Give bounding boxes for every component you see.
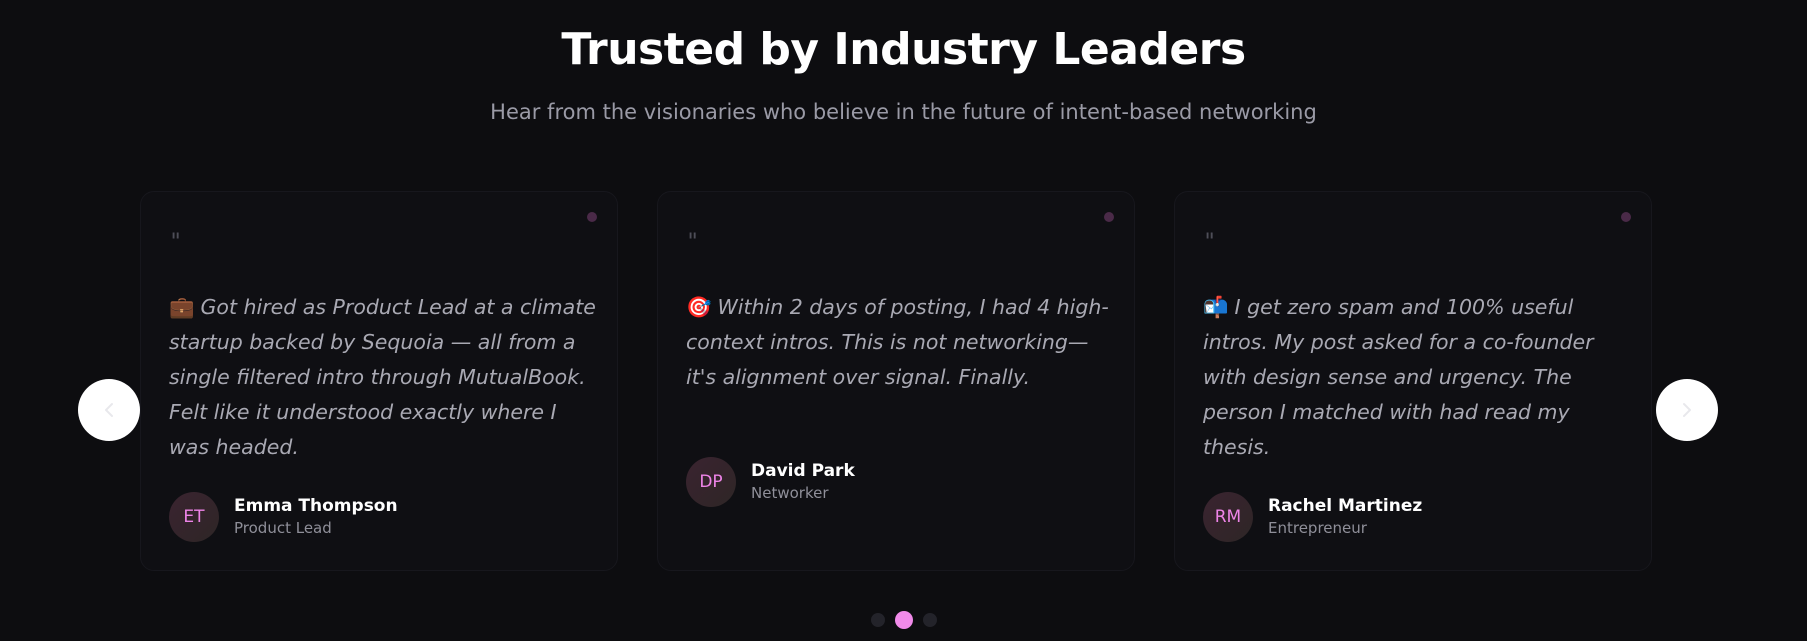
- testimonial-author: RM Rachel Martinez Entrepreneur: [1203, 492, 1422, 542]
- testimonial-author: ET Emma Thompson Product Lead: [169, 492, 398, 542]
- pagination-dot-1[interactable]: [870, 613, 885, 627]
- section-title: Trusted by Industry Leaders: [561, 24, 1246, 75]
- card-indicator-dot: [1621, 212, 1631, 222]
- mailbox-icon: 📬: [1203, 295, 1229, 319]
- quote-mark-icon: ": [169, 230, 183, 255]
- chevron-right-icon: [1683, 403, 1691, 417]
- briefcase-icon: 💼: [169, 295, 195, 319]
- testimonial-text: Got hired as Product Lead at a climate s…: [169, 295, 596, 459]
- target-icon: 🎯: [686, 295, 712, 319]
- next-button[interactable]: [1656, 379, 1718, 441]
- quote-mark-icon: ": [686, 230, 700, 255]
- section-subtitle: Hear from the visionaries who believe in…: [490, 100, 1317, 124]
- pagination-dot-3[interactable]: [922, 613, 937, 627]
- author-name: David Park: [751, 461, 855, 481]
- testimonial-quote: 💼 Got hired as Product Lead at a climate …: [169, 290, 601, 465]
- chevron-left-icon: [105, 403, 113, 417]
- previous-button[interactable]: [78, 379, 140, 441]
- author-role: Product Lead: [234, 519, 332, 537]
- author-role: Entrepreneur: [1268, 519, 1367, 537]
- testimonial-quote: 📬 I get zero spam and 100% useful intros.…: [1203, 290, 1635, 465]
- testimonial-card: " 📬 I get zero spam and 100% useful intro…: [1174, 191, 1652, 571]
- card-indicator-dot: [1104, 212, 1114, 222]
- testimonial-card: " 💼 Got hired as Product Lead at a climat…: [140, 191, 618, 571]
- avatar: ET: [169, 492, 219, 542]
- testimonial-text: Within 2 days of posting, I had 4 high-c…: [686, 295, 1109, 389]
- avatar: DP: [686, 457, 736, 507]
- card-indicator-dot: [587, 212, 597, 222]
- testimonial-card: " 🎯 Within 2 days of posting, I had 4 hig…: [657, 191, 1135, 571]
- carousel-pagination: [0, 611, 1807, 629]
- avatar: RM: [1203, 492, 1253, 542]
- testimonial-quote: 🎯 Within 2 days of posting, I had 4 high-…: [686, 290, 1118, 395]
- quote-mark-icon: ": [1203, 230, 1217, 255]
- author-name: Rachel Martinez: [1268, 496, 1423, 516]
- author-role: Networker: [751, 484, 829, 502]
- author-name: Emma Thompson: [234, 496, 398, 516]
- testimonial-author: DP David Park Networker: [686, 457, 855, 507]
- testimonial-text: I get zero spam and 100% useful intros. …: [1203, 295, 1594, 459]
- pagination-dot-2[interactable]: [894, 611, 913, 629]
